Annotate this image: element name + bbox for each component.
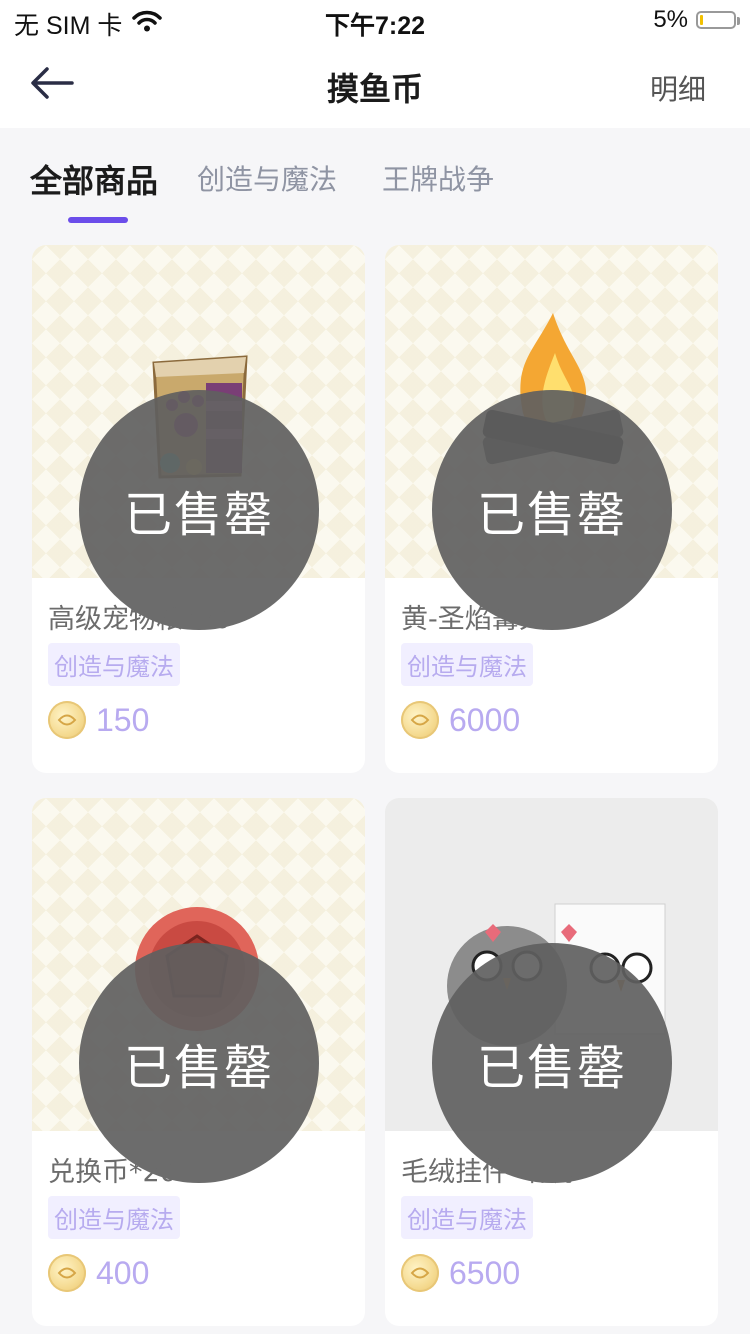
tab-ace-war[interactable]: 王牌战争 — [382, 158, 494, 198]
product-price: 6000 — [449, 701, 521, 738]
sold-out-badge: 已售罄 — [79, 943, 319, 1183]
product-card-plush-pendant[interactable]: 已售罄 毛绒挂件-咕叽 创造与魔法 6500 — [385, 798, 718, 1326]
price-row: 150 — [48, 701, 149, 739]
status-bar: 无 SIM 卡 下午7:22 5% — [0, 0, 750, 44]
sold-out-badge: 已售罄 — [79, 390, 319, 630]
product-name: 毛绒挂件-咕叽 — [401, 1157, 573, 1188]
product-name: 黄-圣焰篝火 — [401, 604, 546, 635]
product-tag: 创造与魔法 — [401, 1196, 533, 1239]
category-tabs: 全部商品 创造与魔法 王牌战争 — [0, 128, 750, 238]
sold-out-badge: 已售罄 — [432, 943, 672, 1183]
product-price: 400 — [96, 1254, 150, 1291]
detail-button[interactable]: 明细 — [650, 68, 706, 108]
nav-bar: 摸鱼币 明细 — [0, 44, 750, 128]
price-row: 400 — [48, 1254, 149, 1292]
battery-percent: 5% — [653, 6, 688, 33]
fish-coin-icon — [48, 1254, 86, 1292]
product-tag: 创造与魔法 — [48, 1196, 180, 1239]
product-name: 高级宠物粮*20 — [48, 604, 231, 635]
active-tab-indicator — [68, 217, 128, 223]
page-title: 摸鱼币 — [326, 70, 423, 108]
tab-create-and-magic[interactable]: 创造与魔法 — [197, 158, 337, 198]
fish-coin-icon — [401, 1254, 439, 1292]
tab-all-products[interactable]: 全部商品 — [30, 156, 158, 202]
price-row: 6500 — [401, 1254, 520, 1292]
fish-coin-icon — [48, 701, 86, 739]
product-price: 6500 — [449, 1254, 521, 1291]
status-right: 5% — [653, 6, 740, 34]
product-card-pet-food[interactable]: 已售罄 高级宠物粮*20 创造与魔法 150 — [32, 245, 365, 773]
product-tag: 创造与魔法 — [401, 643, 533, 686]
product-tag: 创造与魔法 — [48, 643, 180, 686]
product-card-bonfire[interactable]: 已售罄 黄-圣焰篝火 创造与魔法 6000 — [385, 245, 718, 773]
fish-coin-icon — [401, 701, 439, 739]
battery-icon — [696, 11, 740, 29]
status-time: 下午7:22 — [324, 12, 426, 40]
sold-out-badge: 已售罄 — [432, 390, 672, 630]
product-price: 150 — [96, 701, 150, 738]
price-row: 6000 — [401, 701, 520, 739]
product-name: 兑换币*20 — [48, 1157, 177, 1188]
product-card-exchange-coin[interactable]: 已售罄 兑换币*20 创造与魔法 400 — [32, 798, 365, 1326]
